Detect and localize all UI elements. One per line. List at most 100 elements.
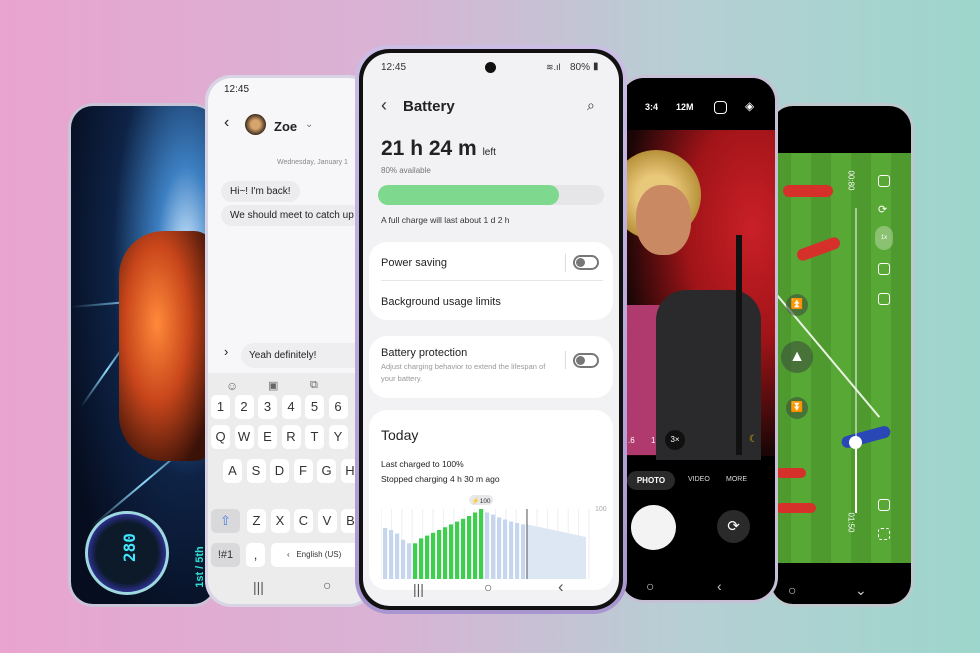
chart-bar bbox=[425, 535, 430, 579]
key[interactable]: 1 bbox=[211, 395, 230, 419]
shift-key[interactable]: ⇧ bbox=[211, 509, 240, 533]
key[interactable]: A bbox=[223, 459, 242, 483]
back-icon[interactable]: ‹ bbox=[381, 95, 387, 116]
key[interactable]: D bbox=[270, 459, 289, 483]
key[interactable]: G bbox=[317, 459, 336, 483]
home-icon[interactable]: ○ bbox=[484, 579, 492, 595]
chart-bar bbox=[485, 512, 490, 579]
search-icon[interactable]: ⌕ bbox=[587, 97, 595, 114]
fullscreen-icon[interactable] bbox=[878, 293, 890, 305]
key[interactable]: Z bbox=[247, 509, 266, 533]
chart-bar bbox=[521, 524, 526, 579]
aspect-ratio-button[interactable]: 3:4 bbox=[645, 102, 658, 112]
back-icon[interactable]: ⌄ bbox=[855, 582, 867, 599]
battery-protection-toggle[interactable] bbox=[573, 353, 599, 368]
popup-icon[interactable] bbox=[878, 263, 890, 275]
language-left-icon: ‹ bbox=[287, 550, 297, 559]
key[interactable]: X bbox=[270, 509, 290, 533]
home-icon[interactable]: ○ bbox=[646, 578, 654, 594]
chart-bar bbox=[479, 509, 484, 579]
status-time: 12:45 bbox=[224, 84, 250, 95]
back-icon[interactable]: ‹ bbox=[224, 114, 229, 132]
chart-bar bbox=[407, 543, 412, 579]
message-input[interactable]: Yeah definitely! bbox=[241, 343, 372, 368]
key[interactable]: Y bbox=[328, 425, 348, 449]
key[interactable]: 5 bbox=[305, 395, 324, 419]
zoom-0-6[interactable]: .6 bbox=[628, 436, 635, 445]
key[interactable]: F bbox=[293, 459, 313, 483]
speed-button[interactable]: 1x bbox=[875, 226, 893, 250]
contact-name[interactable]: Zoe bbox=[274, 119, 297, 134]
skip-forward-button[interactable]: ⏬ bbox=[786, 397, 808, 419]
message-bubble: Hi~! I'm back! bbox=[221, 181, 300, 202]
message-bubble: We should meet to catch up bbox=[221, 205, 363, 226]
chart-bar bbox=[431, 532, 436, 579]
avatar[interactable] bbox=[245, 114, 266, 135]
settings-card: Power saving Background usage limits bbox=[369, 242, 613, 320]
recents-icon[interactable]: ||| bbox=[253, 579, 264, 595]
home-icon[interactable]: ○ bbox=[323, 577, 331, 593]
today-heading: Today bbox=[381, 427, 419, 443]
seek-handle[interactable] bbox=[849, 436, 862, 449]
expand-icon[interactable]: › bbox=[224, 344, 228, 359]
background-usage-limits[interactable]: Background usage limits bbox=[381, 296, 501, 308]
status-battery: 80% bbox=[570, 62, 591, 73]
caption-icon[interactable] bbox=[878, 499, 890, 511]
key[interactable]: 4 bbox=[281, 395, 301, 419]
battery-protection-desc: Adjust charging behavior to extend the l… bbox=[381, 362, 546, 383]
lock-icon[interactable] bbox=[878, 175, 890, 187]
stopped-charging: Stopped charging 4 h 30 m ago bbox=[381, 474, 500, 484]
key[interactable]: V bbox=[317, 509, 337, 533]
signal-icon: ≋.ıl bbox=[546, 62, 561, 72]
filters-icon[interactable]: ◈ bbox=[745, 99, 754, 113]
comma-key[interactable]: , bbox=[246, 543, 265, 567]
key[interactable]: 6 bbox=[328, 395, 348, 419]
key[interactable]: 3 bbox=[258, 395, 277, 419]
key[interactable]: W bbox=[234, 425, 254, 449]
battery-icon: ▮ bbox=[593, 61, 599, 72]
zoom-1[interactable]: 1 bbox=[651, 436, 655, 445]
night-mode-icon[interactable]: ☾ bbox=[749, 434, 758, 445]
speed-readout: 280 bbox=[119, 533, 139, 562]
keyboard: ☺ ▣ ⧉ 123456QWERTYASDFGHZXCVB ⇧ !#1 , ‹ … bbox=[208, 373, 372, 604]
recents-icon[interactable]: ||| bbox=[413, 581, 424, 597]
home-icon[interactable]: ○ bbox=[788, 582, 796, 598]
rotate-icon[interactable]: ⟳ bbox=[878, 203, 887, 216]
back-icon[interactable]: ‹ bbox=[717, 578, 722, 594]
motion-photo-icon[interactable] bbox=[714, 101, 727, 114]
messages-phone: 12:45 ‹ Zoe ⌄ Wednesday, January 1 Hi~! … bbox=[205, 75, 375, 607]
resolution-button[interactable]: 12M bbox=[676, 102, 694, 112]
chevron-down-icon[interactable]: ⌄ bbox=[305, 119, 313, 130]
switch-camera-button[interactable]: ⟳ bbox=[717, 510, 750, 543]
play-button[interactable]: ▲ bbox=[781, 341, 813, 373]
mode-video[interactable]: VIDEO bbox=[688, 476, 710, 483]
power-saving-toggle[interactable] bbox=[573, 255, 599, 270]
symbols-key[interactable]: !#1 bbox=[211, 543, 240, 567]
chart-axis-max: 100 bbox=[595, 506, 607, 513]
battery-phone: 12:45 ≋.ıl 80% ▮ ‹ Battery ⌕ 21 h 24 m l… bbox=[355, 45, 627, 614]
gif-icon[interactable]: ⧉ bbox=[310, 379, 318, 392]
mode-more[interactable]: MORE bbox=[726, 476, 747, 483]
key[interactable]: T bbox=[305, 425, 324, 449]
key[interactable]: S bbox=[246, 459, 266, 483]
page-title: Battery bbox=[403, 98, 455, 115]
chart-bar bbox=[509, 521, 514, 579]
battery-protection-card[interactable]: Battery protection Adjust charging behav… bbox=[369, 336, 613, 398]
video-time-start: 00:80 bbox=[846, 170, 856, 191]
front-camera bbox=[485, 62, 496, 73]
skip-back-button[interactable]: ⏫ bbox=[786, 294, 808, 316]
power-saving-label[interactable]: Power saving bbox=[381, 257, 447, 269]
key[interactable]: C bbox=[294, 509, 313, 533]
mode-photo[interactable]: PHOTO bbox=[627, 471, 675, 490]
key[interactable]: 2 bbox=[234, 395, 254, 419]
today-usage-card: Today Last charged to 100% Stopped charg… bbox=[369, 410, 613, 590]
key[interactable]: R bbox=[281, 425, 301, 449]
key[interactable]: Q bbox=[211, 425, 230, 449]
sticker-icon[interactable]: ▣ bbox=[268, 379, 278, 392]
back-icon[interactable]: ‹ bbox=[558, 577, 564, 597]
capture-icon[interactable] bbox=[878, 528, 890, 540]
key[interactable]: E bbox=[258, 425, 277, 449]
emoji-icon[interactable]: ☺ bbox=[226, 379, 238, 393]
zoom-3x[interactable]: 3× bbox=[665, 430, 685, 450]
shutter-button[interactable] bbox=[631, 505, 676, 550]
